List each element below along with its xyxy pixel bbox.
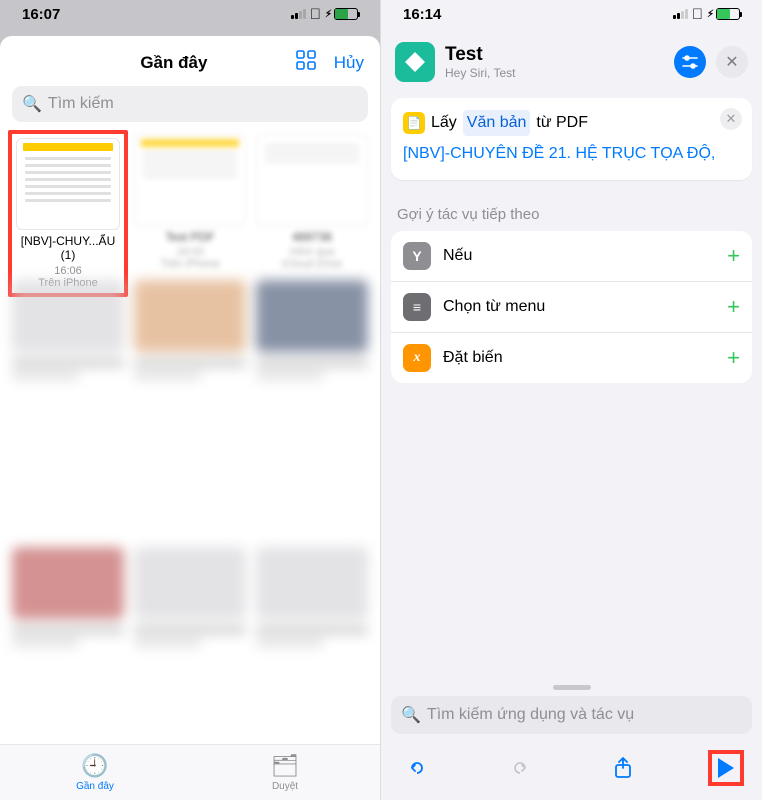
search-input[interactable]: 🔍 Tìm kiếm <box>12 86 368 122</box>
file-grid: [NBV]-CHUY...ẨU (1) 16:06 Trên iPhone Te… <box>0 134 380 293</box>
menu-icon: ≡ <box>403 293 431 321</box>
file-name: [NBV]-CHUY...ẨU (1) <box>16 234 120 263</box>
status-bar: 16:07 􀙇 ⚡︎ <box>0 0 380 28</box>
wifi-icon: 􀙇 <box>310 6 321 23</box>
file-thumbnail <box>16 138 120 230</box>
remove-action-button[interactable]: ✕ <box>720 108 742 130</box>
add-icon[interactable]: + <box>727 345 740 371</box>
file-item-selected[interactable]: [NBV]-CHUY...ẨU (1) 16:06 Trên iPhone <box>8 130 128 297</box>
suggestion-label: Đặt biến <box>443 349 715 367</box>
action-file[interactable]: [NBV]-CHUYÊN ĐỀ 21. HỆ TRỤC TỌA ĐỘ, <box>403 142 715 166</box>
action-card[interactable]: 📄 Lấy Văn bản từ PDF [NBV]-CHUYÊN ĐỀ 21.… <box>391 98 752 180</box>
share-button[interactable] <box>605 750 641 786</box>
file-time: 16:06 <box>16 265 120 277</box>
bottom-toolbar <box>381 742 762 800</box>
shortcut-subtitle: Hey Siri, Test <box>445 66 664 80</box>
tab-recent[interactable]: 🕘 Gần đây <box>0 745 190 800</box>
status-bar: 16:14 􀙇 ⚡︎ <box>381 0 762 28</box>
battery-icon: ⚡︎ <box>325 8 358 20</box>
action-verb: Lấy <box>431 111 457 135</box>
sheet-title: Gần đây <box>60 53 288 73</box>
search-placeholder: Tìm kiếm <box>48 95 114 113</box>
file-location: Trên iPhone <box>134 258 246 270</box>
file-thumbnail <box>256 134 368 226</box>
cancel-button[interactable]: Hủy <box>334 53 364 73</box>
shortcut-header: Test Hey Siri, Test ✕ <box>381 28 762 90</box>
tab-browse[interactable]: 🗂 Duyệt <box>190 745 380 800</box>
tab-label: Duyệt <box>272 781 298 792</box>
status-icons: 􀙇 ⚡︎ <box>291 6 358 23</box>
shortcut-app-icon <box>395 42 435 82</box>
signal-icon <box>673 9 688 19</box>
tab-bar: 🕘 Gần đây 🗂 Duyệt <box>0 744 380 800</box>
status-time: 16:14 <box>403 6 441 23</box>
status-time: 16:07 <box>22 6 60 23</box>
close-button[interactable]: ✕ <box>716 46 748 78</box>
file-thumbnail <box>134 134 246 226</box>
file-time: Hôm qua <box>256 246 368 258</box>
suggestion-label: Nếu <box>443 247 715 265</box>
file-time: 16:03 <box>134 246 246 258</box>
text-action-icon: 📄 <box>403 112 425 134</box>
view-mode-button[interactable] <box>296 50 316 76</box>
action-search-placeholder: Tìm kiếm ứng dụng và tác vụ <box>427 706 634 724</box>
variable-icon: x <box>403 344 431 372</box>
shortcut-title[interactable]: Test <box>445 44 664 66</box>
files-picker-screen: 16:07 􀙇 ⚡︎ Gần đây Hủy 🔍 Tìm kiếm [NBV]-… <box>0 0 381 800</box>
action-search-input[interactable]: 🔍 Tìm kiếm ứng dụng và tác vụ <box>391 696 752 734</box>
file-item[interactable]: 489736 Hôm qua iCloud Drive <box>256 134 368 293</box>
folder-icon: 🗂 <box>271 753 299 779</box>
suggestion-label: Chọn từ menu <box>443 298 715 316</box>
add-icon[interactable]: + <box>727 243 740 269</box>
wifi-icon: 􀙇 <box>692 6 703 23</box>
settings-button[interactable] <box>674 46 706 78</box>
shortcuts-editor-screen: 16:14 􀙇 ⚡︎ Test Hey Siri, Test ✕ 📄 Lấy V… <box>381 0 762 800</box>
signal-icon <box>291 9 306 19</box>
if-icon: Y <box>403 242 431 270</box>
suggestions-list: Y Nếu + ≡ Chọn từ menu + x Đặt biến + <box>391 231 752 383</box>
action-token[interactable]: Văn bản <box>463 110 531 136</box>
action-mid: từ PDF <box>536 111 588 135</box>
suggestions-label: Gợi ý tác vụ tiếp theo <box>397 206 746 223</box>
drag-handle[interactable] <box>553 685 591 690</box>
sheet-header: Gần đây Hủy <box>0 36 380 86</box>
run-button[interactable] <box>708 750 744 786</box>
file-item[interactable]: Test PDF 16:03 Trên iPhone <box>134 134 246 293</box>
suggestion-menu[interactable]: ≡ Chọn từ menu + <box>391 282 752 333</box>
play-icon <box>718 758 734 778</box>
status-icons: 􀙇 ⚡︎ <box>673 6 740 23</box>
blurred-files <box>12 280 368 800</box>
search-icon: 🔍 <box>22 94 42 114</box>
undo-button[interactable] <box>399 750 435 786</box>
file-name: 489736 <box>256 230 368 244</box>
file-location: iCloud Drive <box>256 258 368 270</box>
search-icon: 🔍 <box>401 705 421 725</box>
suggestion-if[interactable]: Y Nếu + <box>391 231 752 282</box>
add-icon[interactable]: + <box>727 294 740 320</box>
file-name: Test PDF <box>134 230 246 244</box>
clock-icon: 🕘 <box>81 753 108 779</box>
tab-label: Gần đây <box>76 781 114 792</box>
suggestion-setvar[interactable]: x Đặt biến + <box>391 333 752 383</box>
redo-button <box>502 750 538 786</box>
battery-icon: ⚡︎ <box>707 8 740 20</box>
